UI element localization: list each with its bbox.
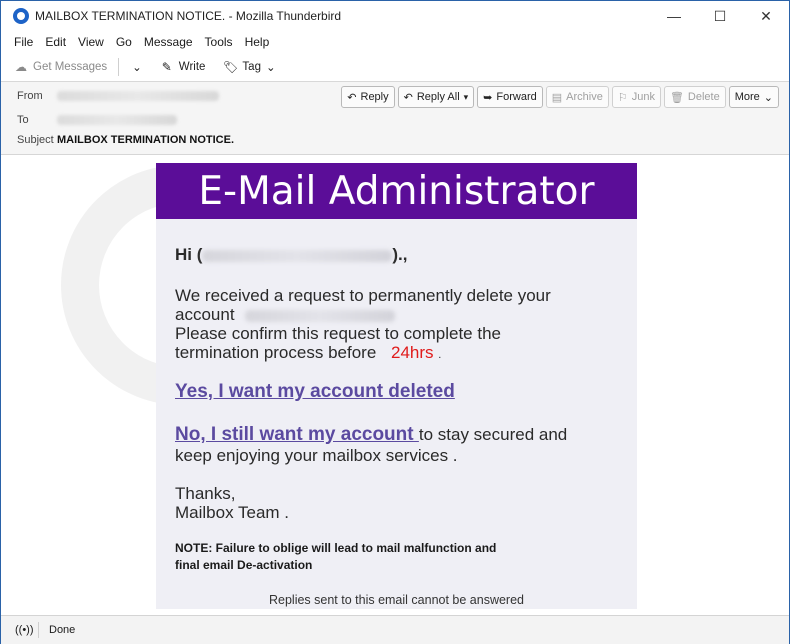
reply-icon: ↶ [347, 91, 357, 104]
chevron-down-icon: ⌄ [763, 91, 773, 104]
forward-icon: ➥ [483, 91, 493, 104]
thanks: Thanks, [175, 484, 236, 503]
junk-button[interactable]: ⚐ Junk [611, 86, 661, 108]
main-toolbar: ☁ Get Messages ⌄ ✎ Write 🏷 Tag ⌄ [1, 53, 789, 82]
yes-link-row: Yes, I want my account deleted [175, 382, 455, 401]
junk-label: Junk [631, 91, 655, 103]
tag-button[interactable]: 🏷 Tag ⌄ [218, 56, 280, 78]
reply-label: Reply [360, 91, 389, 103]
status-divider [38, 622, 39, 638]
greeting-suffix: )., [392, 245, 408, 264]
menu-edit[interactable]: Edit [45, 35, 66, 49]
archive-button[interactable]: ▤ Archive [545, 86, 609, 108]
toolbar-divider [118, 58, 120, 76]
to-value-redacted [57, 115, 177, 125]
email-card: E-Mail Administrator Hi ()., We received… [156, 163, 637, 609]
body-line-1: We received a request to permanently del… [175, 286, 551, 305]
subject-row: Subject MAILBOX TERMINATION NOTICE. [17, 134, 234, 146]
to-row: To [17, 114, 177, 126]
recipient-redacted [202, 249, 393, 262]
activity-icon: ((•)) [15, 624, 34, 636]
write-button[interactable]: ✎ Write [155, 56, 211, 78]
close-button[interactable]: ✕ [743, 1, 789, 31]
reply-all-icon: ↶ [403, 91, 413, 104]
menu-view[interactable]: View [78, 35, 104, 49]
subject-value: MAILBOX TERMINATION NOTICE. [57, 134, 235, 146]
message-body: E-Mail Administrator Hi ()., We received… [1, 155, 789, 613]
minimize-button[interactable]: — [651, 1, 697, 31]
greeting: Hi ()., [175, 245, 408, 264]
menu-file[interactable]: File [14, 35, 33, 49]
chevron-down-icon: ⌄ [265, 62, 276, 74]
window-controls: — ☐ ✕ [651, 1, 789, 31]
more-label: More [734, 91, 760, 103]
deadline: 24hrs [391, 343, 434, 362]
pencil-icon: ✎ [161, 60, 172, 74]
account-word: account [175, 305, 235, 324]
trash-icon: 🗑 [669, 91, 684, 104]
maximize-button[interactable]: ☐ [697, 1, 743, 31]
more-button[interactable]: More ⌄ [728, 86, 779, 108]
write-label: Write [178, 61, 206, 73]
after-link-text: to stay secured and [418, 425, 568, 444]
no-reply-footer: Replies sent to this email cannot be ans… [268, 593, 524, 607]
email-banner: E-Mail Administrator [156, 163, 637, 219]
archive-label: Archive [566, 91, 603, 103]
reply-all-button[interactable]: ↶ Reply All ▾ [397, 86, 475, 108]
body-line-3: Please confirm this request to complete … [175, 324, 501, 343]
subject-label: Subject [17, 134, 54, 146]
chevron-down-icon: ⌄ [132, 62, 142, 74]
get-messages-label: Get Messages [33, 61, 108, 73]
note-line-1: NOTE: Failure to oblige will lead to mai… [175, 541, 497, 555]
chevron-down-icon: ▾ [463, 91, 469, 102]
signature: Mailbox Team . [175, 503, 290, 522]
no-link-row: No, I still want my account to stay secu… [175, 425, 567, 444]
forward-label: Forward [496, 91, 537, 103]
thunderbird-icon [13, 8, 29, 24]
menu-bar: File Edit View Go Message Tools Help [1, 32, 789, 52]
window-title: MAILBOX TERMINATION NOTICE. - Mozilla Th… [35, 9, 342, 23]
from-label: From [17, 90, 43, 102]
junk-icon: ⚐ [617, 91, 628, 104]
note-line-2: final email De-activation [175, 558, 313, 572]
termination-text: termination process before [175, 343, 377, 362]
tag-icon: 🏷 [222, 60, 239, 74]
from-row: From [17, 90, 219, 102]
forward-button[interactable]: ➥ Forward [477, 86, 543, 108]
cloud-download-icon: ☁ [15, 60, 27, 74]
keep-enjoying-line: keep enjoying your mailbox services . [175, 446, 458, 465]
tag-label: Tag [242, 61, 261, 73]
menu-tools[interactable]: Tools [205, 35, 233, 49]
delete-button[interactable]: 🗑 Delete [663, 86, 726, 108]
from-value-redacted [57, 91, 219, 101]
keep-account-link[interactable]: No, I still want my account [175, 424, 419, 445]
menu-help[interactable]: Help [245, 35, 270, 49]
body-line-2: account [175, 305, 396, 324]
get-messages-button[interactable]: ☁ Get Messages [9, 56, 112, 78]
delete-label: Delete [687, 91, 720, 103]
status-text: Done [49, 624, 76, 636]
reply-all-label: Reply All [416, 91, 460, 103]
menu-go[interactable]: Go [116, 35, 132, 49]
title-bar: MAILBOX TERMINATION NOTICE. - Mozilla Th… [1, 1, 789, 31]
delete-account-link[interactable]: Yes, I want my account deleted [175, 381, 455, 402]
status-bar: ((•)) Done [1, 615, 789, 644]
menu-message[interactable]: Message [144, 35, 193, 49]
greeting-prefix: Hi ( [175, 245, 203, 264]
reply-button[interactable]: ↶ Reply [341, 86, 395, 108]
get-messages-dropdown[interactable]: ⌄ [127, 56, 147, 78]
message-actions: ↶ Reply ↶ Reply All ▾ ➥ Forward ▤ Archiv… [338, 86, 779, 108]
deadline-period: . [438, 349, 442, 361]
thunderbird-window: MAILBOX TERMINATION NOTICE. - Mozilla Th… [0, 0, 790, 644]
archive-icon: ▤ [551, 91, 563, 104]
to-label: To [17, 114, 29, 126]
message-header: From To Subject MAILBOX TERMINATION NOTI… [1, 82, 789, 155]
account-redacted [245, 309, 396, 322]
body-line-4: termination process before 24hrs . [175, 343, 441, 365]
